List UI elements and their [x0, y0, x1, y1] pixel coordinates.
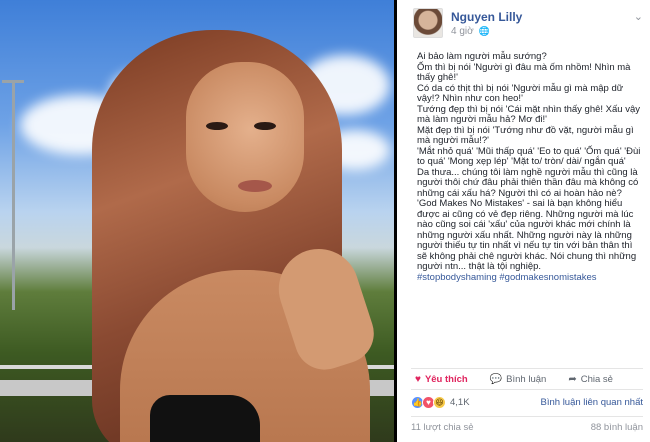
- post-paragraph: 'Mắt nhỏ quá' 'Mũi thấp quá' 'Eo to quá'…: [417, 145, 641, 167]
- haha-icon[interactable]: 😆: [433, 395, 446, 409]
- share-label: Chia sẻ: [580, 373, 613, 385]
- globe-icon: 🌐: [478, 26, 490, 36]
- share-count[interactable]: 11 lượt chia sẻ: [411, 422, 474, 433]
- heart-icon: ♥: [415, 373, 421, 385]
- post-paragraph: Mặt đẹp thì bị nói 'Tướng như đồ vặt, ng…: [417, 124, 634, 146]
- chevron-down-icon[interactable]: ⌄: [634, 10, 643, 23]
- post-header: Nguyen Lilly 4 giờ 🌐 ⌄: [413, 8, 643, 40]
- model-eye: [206, 122, 228, 130]
- share-button[interactable]: ➦ Chia sẻ: [568, 374, 613, 385]
- comment-sort-dropdown[interactable]: Bình luận liên quan nhất: [541, 397, 643, 408]
- comment-label: Bình luận: [506, 373, 547, 385]
- comment-count[interactable]: 88 bình luận: [591, 422, 643, 433]
- reaction-count[interactable]: 4,1K: [450, 397, 470, 408]
- post-actions: ♥ Yêu thích 💬 Bình luận ➦ Chia sẻ: [411, 368, 643, 390]
- lamp-arm: [2, 80, 24, 83]
- post-paragraph: Ai bảo làm người mẫu sướng?: [417, 51, 547, 62]
- avatar[interactable]: [413, 8, 443, 38]
- author-name[interactable]: Nguyen Lilly: [451, 10, 522, 24]
- model-top: [150, 395, 260, 442]
- post-photo[interactable]: [0, 0, 394, 442]
- lamp-pole: [12, 80, 15, 310]
- post-time-text[interactable]: 4 giờ: [451, 26, 474, 37]
- like-label: Yêu thích: [424, 373, 468, 385]
- post-paragraph: Ốm thì bị nói 'Người gì đâu mà ốm nhồm! …: [417, 61, 631, 83]
- comment-icon: 💬: [489, 373, 503, 385]
- post-hashtags[interactable]: #stopbodyshaming #godmakesnomistakes: [417, 272, 642, 284]
- like-button[interactable]: ♥ Yêu thích: [415, 374, 468, 385]
- reactions-bar: 👍 ♥ 😆 4,1K Bình luận liên quan nhất: [411, 392, 643, 412]
- post-paragraph: Da thưa... chúng tôi làm nghề người mẫu …: [417, 166, 639, 272]
- post-body: Ai bảo làm người mẫu sướng? Ốm thì bị nó…: [417, 51, 642, 284]
- post-time[interactable]: 4 giờ 🌐: [451, 26, 490, 37]
- share-icon: ➦: [568, 373, 577, 385]
- post-footer: 11 lượt chia sẻ 88 bình luận: [411, 416, 643, 438]
- comment-button[interactable]: 💬 Bình luận: [490, 374, 547, 385]
- post-paragraph: Có da có thịt thì bị nói 'Người mẫu gì m…: [417, 82, 624, 104]
- model-eye: [254, 122, 276, 130]
- post-paragraph: Tướng đẹp thì bị nói 'Cái mặt nhìn thấy …: [417, 103, 641, 125]
- post-panel: Nguyen Lilly 4 giờ 🌐 ⌄ Ai bảo làm người …: [397, 0, 650, 442]
- model-lips: [238, 180, 272, 192]
